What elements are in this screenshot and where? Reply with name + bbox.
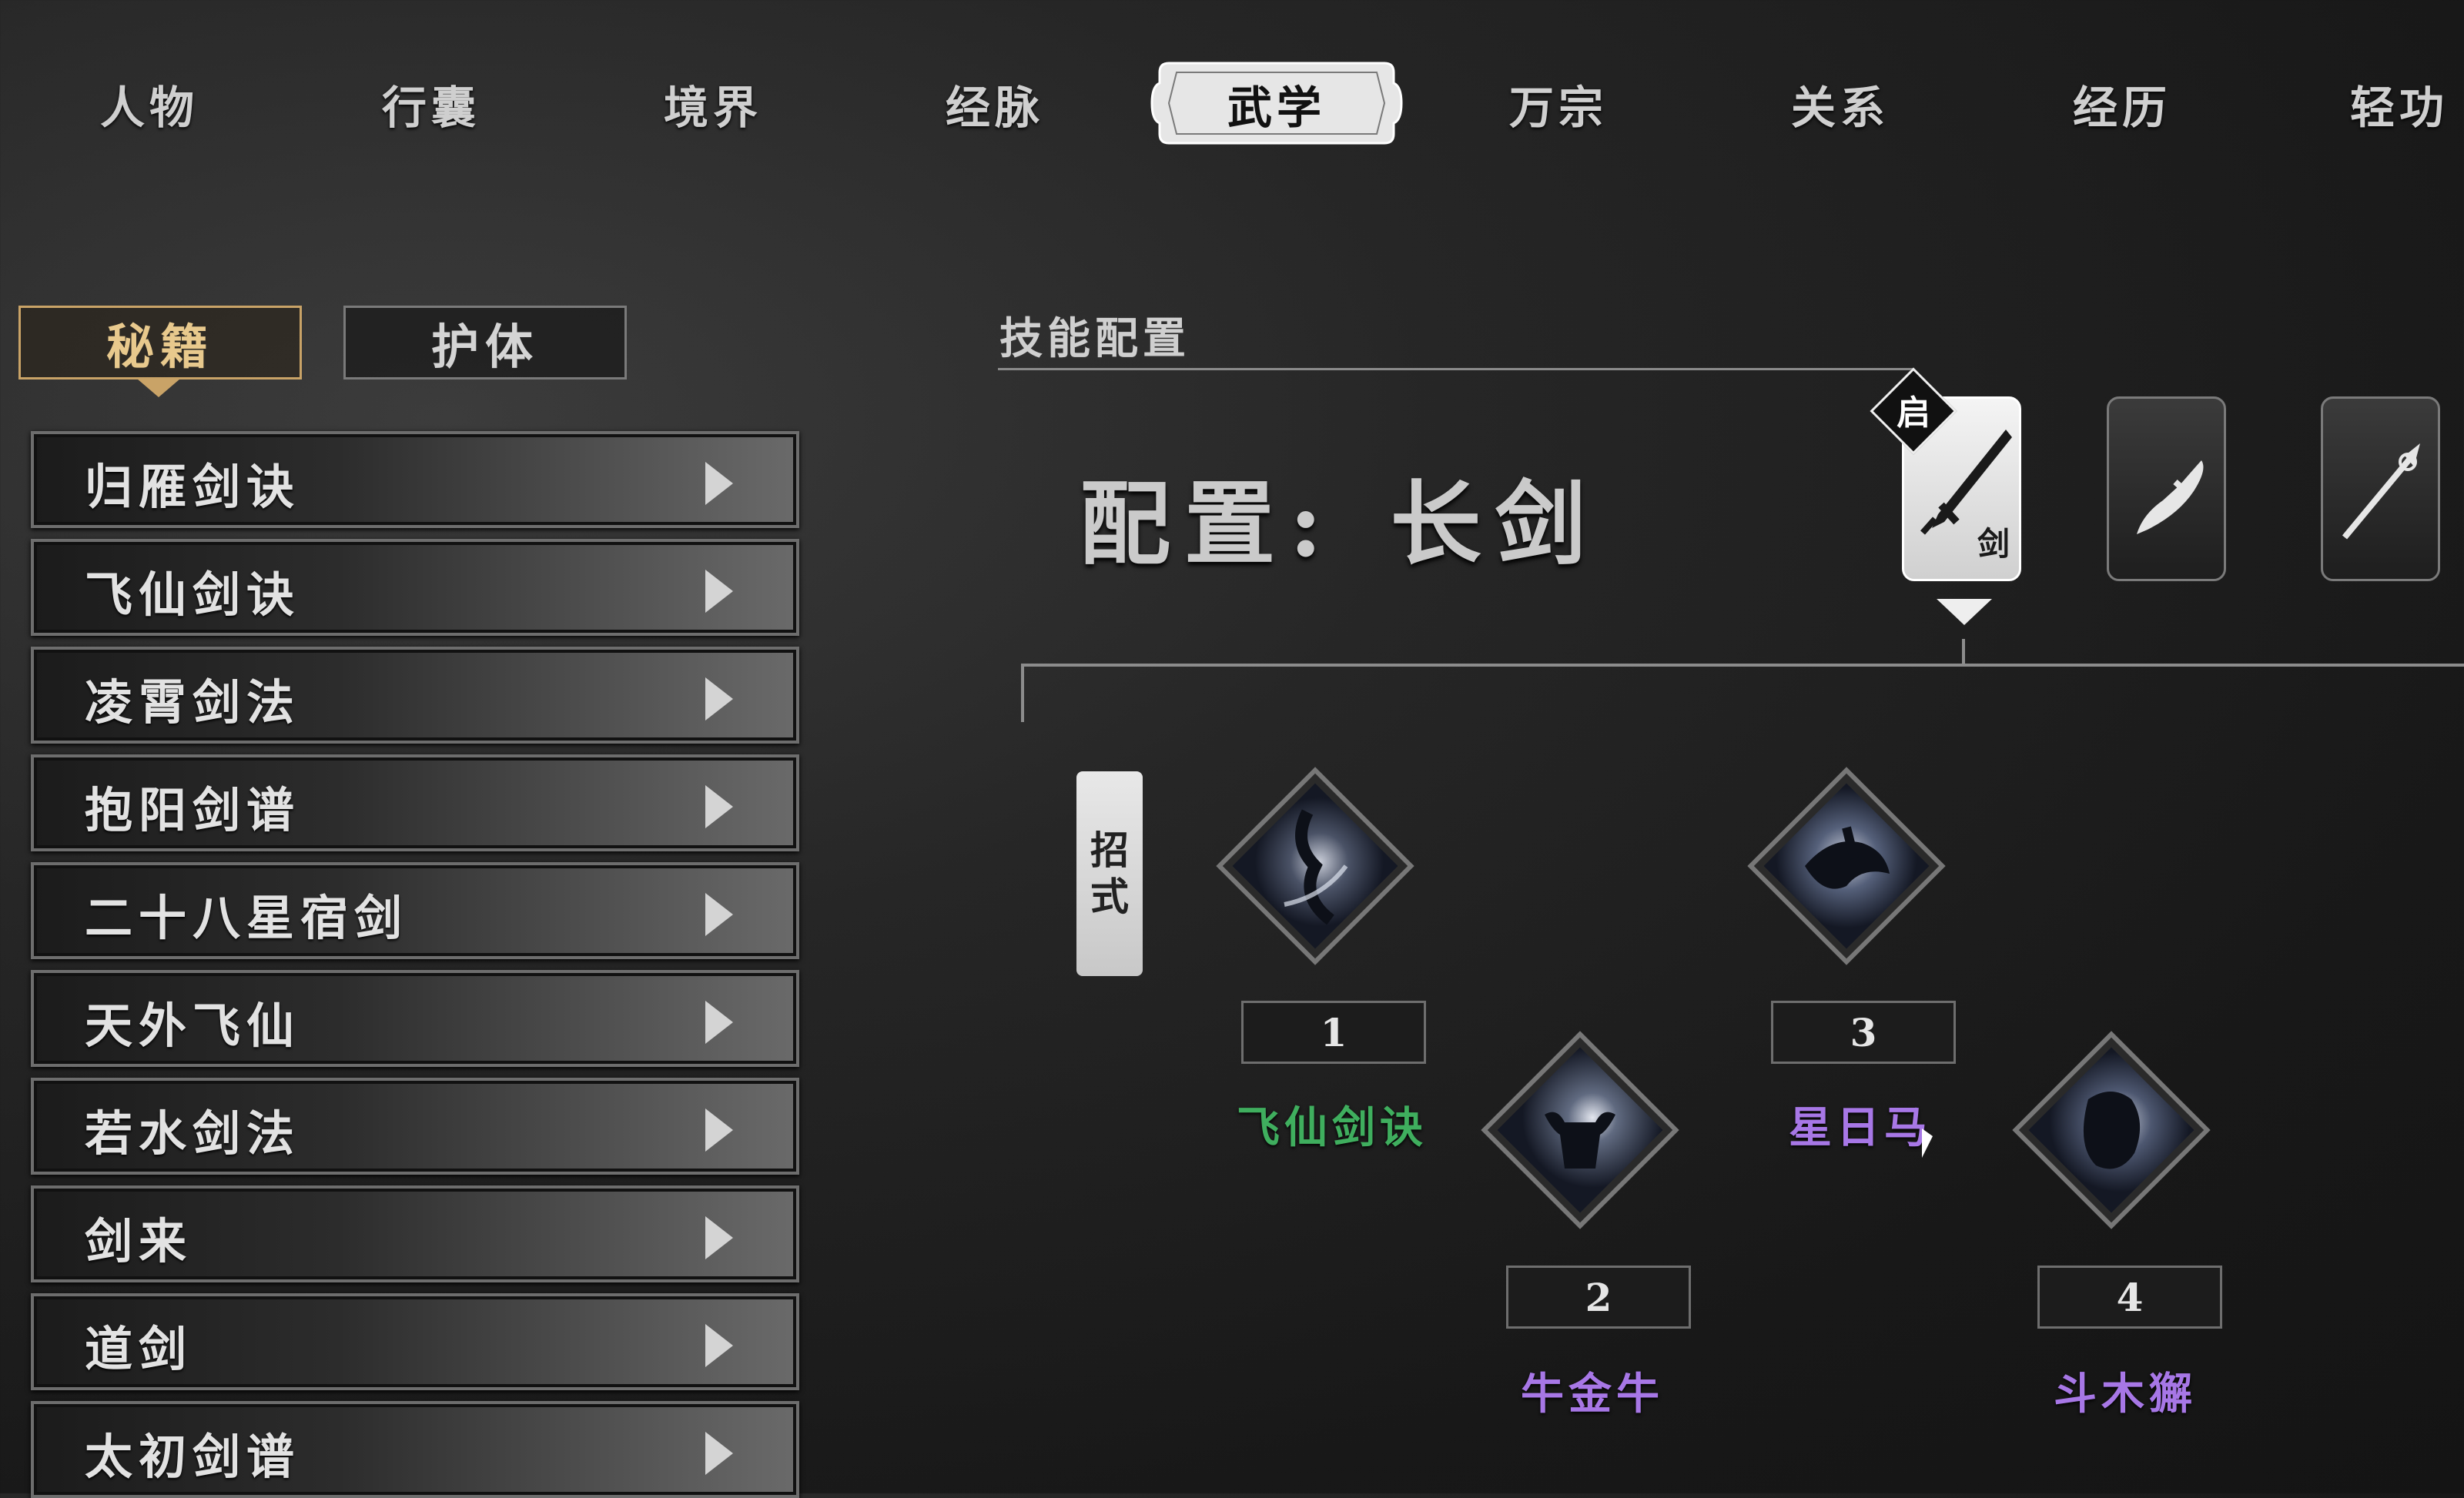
skill-name-3: 星日马	[1789, 1102, 1932, 1153]
chevron-right-icon	[705, 1432, 733, 1475]
moves-label-char: 式	[1090, 874, 1129, 919]
chevron-right-icon	[705, 1324, 733, 1367]
list-item[interactable]: 太初剑谱	[31, 1401, 799, 1498]
selected-weapon-indicator	[1937, 599, 1992, 625]
weapon-card-broadsword[interactable]	[2107, 396, 2226, 581]
list-item-label: 道剑	[85, 1321, 193, 1377]
tab-experience[interactable]: 经历	[2007, 73, 2238, 135]
config-weapon-name: 长剑	[1390, 470, 1600, 577]
chevron-right-icon	[705, 462, 733, 505]
weapon-card-spear[interactable]	[2321, 396, 2440, 581]
chevron-right-icon	[705, 1001, 733, 1044]
skill-icon-1[interactable]	[1200, 751, 1431, 981]
moves-label-char: 招	[1090, 828, 1129, 873]
skill-icon-3[interactable]	[1731, 751, 1962, 981]
list-item-label: 凌霄剑法	[85, 674, 301, 731]
slot-number: 2	[1506, 1266, 1691, 1329]
chevron-right-icon	[705, 785, 733, 828]
chevron-right-icon	[705, 677, 733, 721]
list-item[interactable]: 二十八星宿剑	[31, 862, 799, 959]
active-badge-text: 启	[1897, 393, 1930, 433]
slot-number: 1	[1241, 1001, 1426, 1064]
list-item-label: 归雁剑诀	[85, 459, 301, 515]
list-item[interactable]: 抱阳剑谱	[31, 754, 799, 851]
list-item-label: 若水剑法	[85, 1105, 301, 1162]
chevron-right-icon	[705, 893, 733, 936]
tab-lightness-skill[interactable]: 轻功	[2288, 73, 2464, 135]
subtab-indicator	[137, 379, 180, 397]
tab-martial-arts[interactable]: 武学	[1161, 73, 1392, 135]
divider	[998, 368, 1914, 370]
list-item-label: 飞仙剑诀	[85, 567, 301, 623]
slot-number: 4	[2037, 1266, 2222, 1329]
list-item-label: 天外飞仙	[85, 998, 301, 1054]
weapon-card-char: 剑	[1977, 525, 2010, 563]
tab-meridians[interactable]: 经脉	[879, 73, 1110, 135]
divider	[1021, 664, 2464, 667]
slot-number: 3	[1771, 1001, 1956, 1064]
config-weapon-label: 配置: 长剑	[1080, 450, 1600, 582]
config-label-prefix: 配置:	[1080, 470, 1337, 577]
list-item[interactable]: 凌霄剑法	[31, 647, 799, 744]
divider	[1962, 639, 1965, 665]
subtab-manuals[interactable]: 秘籍	[18, 306, 302, 380]
broadsword-icon	[2137, 460, 2204, 534]
list-item-label: 太初剑谱	[85, 1429, 301, 1485]
list-item[interactable]: 若水剑法	[31, 1078, 799, 1175]
list-item[interactable]: 道剑	[31, 1293, 799, 1390]
skill-name-4: 斗木獬	[2054, 1369, 2197, 1419]
list-item-label: 二十八星宿剑	[85, 890, 409, 946]
list-item[interactable]: 飞仙剑诀	[31, 539, 799, 636]
spear-icon	[2342, 443, 2420, 540]
tab-realm[interactable]: 境界	[598, 73, 829, 135]
chevron-right-icon	[705, 1216, 733, 1259]
chevron-right-icon	[705, 1108, 733, 1152]
divider	[1021, 664, 1024, 722]
tab-bag[interactable]: 行囊	[316, 73, 547, 135]
list-item-label: 剑来	[85, 1213, 193, 1269]
skill-name-1: 飞仙剑诀	[1237, 1102, 1428, 1153]
list-item-label: 抱阳剑谱	[85, 782, 301, 838]
list-item[interactable]: 剑来	[31, 1185, 799, 1282]
tab-relations[interactable]: 关系	[1725, 73, 1956, 135]
subtab-protection[interactable]: 护体	[343, 306, 627, 380]
moves-label: 招 式	[1076, 771, 1143, 976]
tab-sects[interactable]: 万宗	[1443, 73, 1674, 135]
list-item[interactable]: 归雁剑诀	[31, 431, 799, 528]
list-item[interactable]: 天外飞仙	[31, 970, 799, 1067]
chevron-right-icon	[705, 570, 733, 613]
mouse-cursor-icon	[1922, 1129, 1933, 1158]
section-title: 技能配置	[999, 313, 1190, 364]
skill-name-2: 牛金牛	[1521, 1369, 1664, 1419]
skill-icon-4[interactable]	[1996, 1015, 2227, 1246]
tab-character[interactable]: 人物	[34, 73, 265, 135]
weapon-card-long-sword[interactable]: 启 剑	[1870, 367, 2021, 581]
skill-icon-2[interactable]	[1465, 1015, 1696, 1246]
